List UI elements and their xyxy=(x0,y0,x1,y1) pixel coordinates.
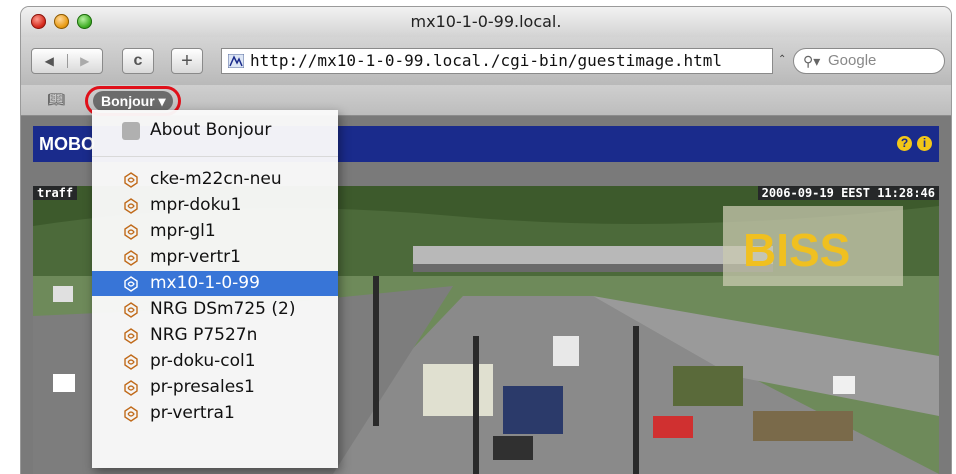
bonjour-service-icon xyxy=(122,223,140,241)
info-icon[interactable]: i xyxy=(917,136,932,151)
menu-separator xyxy=(92,156,338,157)
add-bookmark-button[interactable]: + xyxy=(171,48,203,74)
forward-button[interactable]: ▶ xyxy=(68,54,103,68)
address-bar[interactable]: http://mx10-1-0-99.local./cgi-bin/guesti… xyxy=(221,48,773,74)
menu-item-label: NRG DSm725 (2) xyxy=(150,299,296,319)
page-header-text: MOBO xyxy=(39,134,95,154)
menu-item-label: mpr-gl1 xyxy=(150,221,216,241)
site-icon xyxy=(228,54,244,68)
back-forward-control: ◀ ▶ xyxy=(31,48,103,74)
menu-item-about-bonjour[interactable]: About Bonjour xyxy=(92,118,338,143)
menu-item-bonjour-service[interactable]: pr-vertra1 xyxy=(92,401,338,426)
menu-item-label: cke-m22cn-neu xyxy=(150,169,282,189)
bonjour-service-icon xyxy=(122,301,140,319)
menu-item-label: mpr-vertr1 xyxy=(150,247,241,267)
menu-item-bonjour-service[interactable]: mpr-doku1 xyxy=(92,193,338,218)
menu-item-label: mx10-1-0-99 xyxy=(150,273,260,293)
menu-item-label: About Bonjour xyxy=(150,120,272,140)
bonjour-service-icon xyxy=(122,353,140,371)
menu-item-bonjour-service[interactable]: pr-presales1 xyxy=(92,375,338,400)
menu-item-bonjour-service[interactable]: mpr-vertr1 xyxy=(92,245,338,270)
menu-item-label: pr-vertra1 xyxy=(150,403,235,423)
page-logo-text: BISS xyxy=(743,224,850,276)
search-placeholder: Google xyxy=(828,52,877,69)
bonjour-service-icon xyxy=(122,197,140,215)
url-dropdown-icon[interactable]: ⌃ xyxy=(778,54,786,65)
menu-item-bonjour-service[interactable]: NRG P7527n xyxy=(92,323,338,348)
menu-item-bonjour-service[interactable]: pr-doku-col1 xyxy=(92,349,338,374)
browser-toolbar: ◀ ▶ c + http://mx10-1-0-99.local./cgi-bi… xyxy=(21,37,951,85)
apple-icon xyxy=(122,122,140,140)
url-text: http://mx10-1-0-99.local./cgi-bin/guesti… xyxy=(250,51,723,70)
camera-overlay-left: traff xyxy=(33,186,78,200)
help-icon[interactable]: ? xyxy=(897,136,912,151)
menu-item-bonjour-service[interactable]: cke-m22cn-neu xyxy=(92,167,338,192)
menu-item-bonjour-service[interactable]: mx10-1-0-99 xyxy=(92,271,338,296)
menu-item-label: pr-presales1 xyxy=(150,377,255,397)
window-title: mx10-1-0-99.local. xyxy=(410,12,562,31)
title-bar: mx10-1-0-99.local. xyxy=(21,7,951,37)
bonjour-service-icon xyxy=(122,379,140,397)
menu-item-bonjour-service[interactable]: NRG DSm725 (2) xyxy=(92,297,338,322)
search-icon: ⚲▾ xyxy=(803,53,821,69)
bonjour-service-icon xyxy=(122,171,140,189)
menu-item-label: NRG P7527n xyxy=(150,325,258,345)
back-button[interactable]: ◀ xyxy=(32,54,68,68)
menu-item-label: pr-doku-col1 xyxy=(150,351,256,371)
menu-item-label: mpr-doku1 xyxy=(150,195,242,215)
bonjour-service-icon xyxy=(122,249,140,267)
bonjour-service-icon xyxy=(122,327,140,345)
reload-button[interactable]: c xyxy=(122,48,154,74)
bonjour-service-icon xyxy=(122,275,140,293)
menu-item-bonjour-service[interactable]: mpr-gl1 xyxy=(92,219,338,244)
bonjour-service-icon xyxy=(122,405,140,423)
book-icon[interactable]: 📖︎ xyxy=(47,91,65,108)
camera-timestamp: 2006-09-19 EEST 11:28:46 xyxy=(757,186,939,200)
search-field[interactable]: ⚲▾ Google xyxy=(793,48,945,74)
bonjour-dropdown-menu: About Bonjour cke-m22cn-neu mpr-doku1 mpr-… xyxy=(92,110,338,468)
